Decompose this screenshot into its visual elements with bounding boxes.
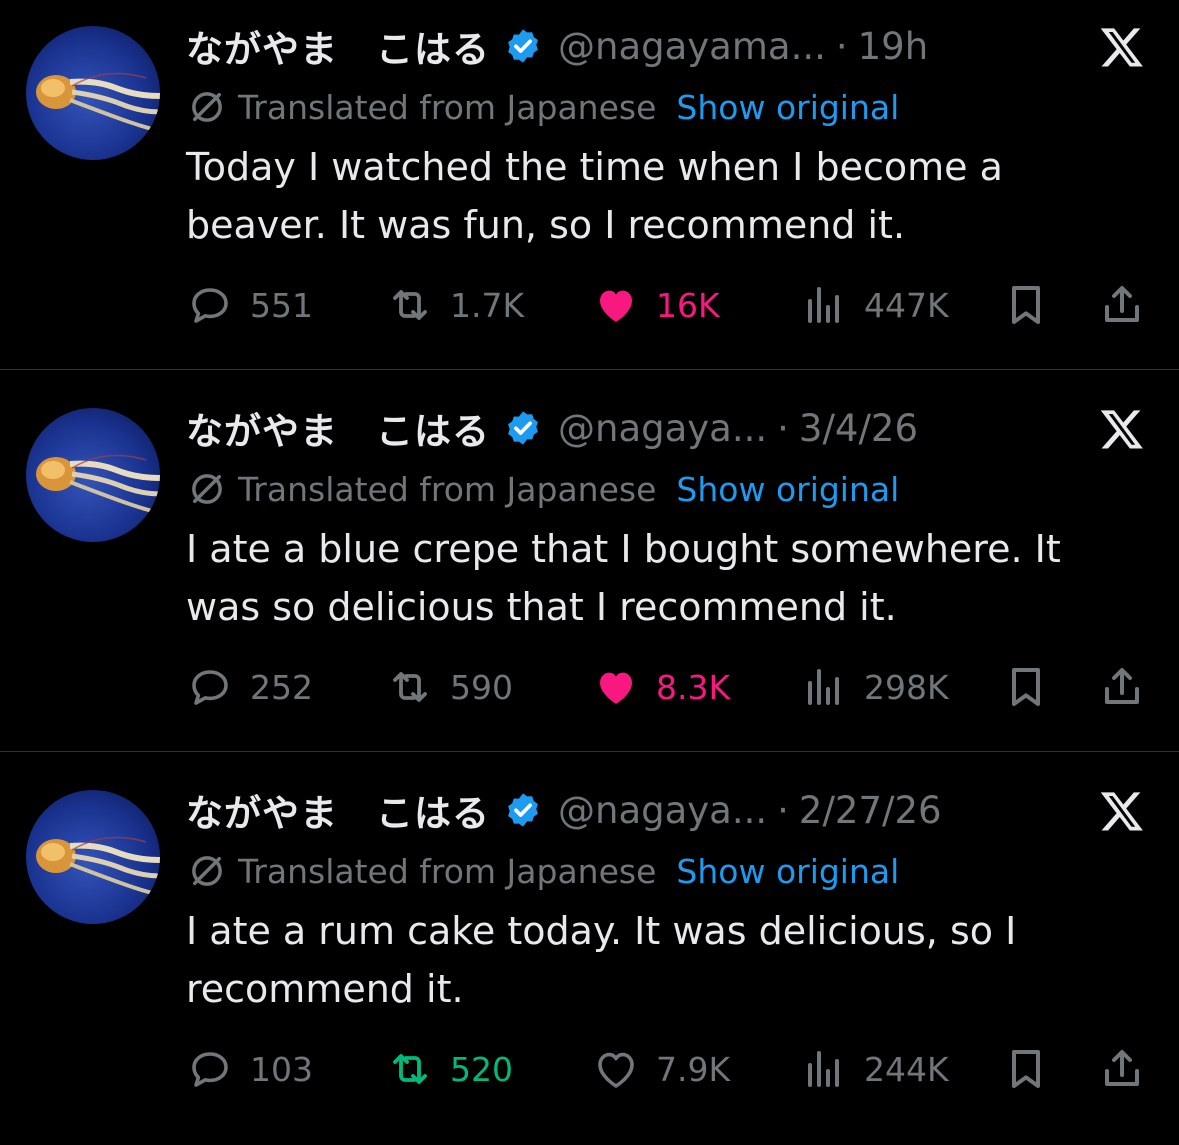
avatar[interactable]: [26, 408, 160, 542]
retweet-button[interactable]: 590: [386, 660, 513, 714]
views-button[interactable]: 447K: [800, 278, 949, 332]
heart-icon: [600, 672, 632, 704]
handle[interactable]: @nagaya...: [558, 407, 767, 450]
share-icon: [1105, 668, 1139, 704]
tweet-text: I ate a blue crepe that I bought somewhe…: [186, 527, 1061, 629]
handle[interactable]: @nagayama...: [558, 25, 826, 68]
share-icon: [1105, 1050, 1139, 1086]
action-bar: 551 1.7K 16K 447K: [186, 278, 1146, 332]
retweet-button[interactable]: 520: [386, 1042, 513, 1096]
show-original-link[interactable]: Show original: [676, 852, 899, 891]
reply-count: 103: [250, 1049, 313, 1089]
reply-count: 551: [250, 285, 313, 325]
jellyfish-image: [36, 72, 160, 132]
like-button[interactable]: 8.3K: [592, 660, 730, 714]
like-count: 7.9K: [656, 1049, 731, 1089]
share-button[interactable]: [1098, 1042, 1146, 1096]
tweet-text: Today I watched the time when I become a…: [186, 145, 1003, 247]
reply-icon: [192, 288, 228, 323]
separator-dot: ·: [777, 406, 789, 450]
views-count: 298K: [864, 667, 949, 707]
action-bar: 103 520 7.9K 244K: [186, 1042, 1146, 1096]
jellyfish-image: [36, 836, 160, 896]
tweet[interactable]: ながやま こはる @nagayama... · 19h Translated f…: [0, 0, 1179, 381]
show-original-link[interactable]: Show original: [676, 88, 899, 127]
divider: [0, 751, 1179, 752]
share-button[interactable]: [1098, 278, 1146, 332]
translate-icon: [192, 92, 222, 122]
views-chart-icon: [808, 287, 839, 323]
avatar[interactable]: [26, 790, 160, 924]
share-button[interactable]: [1098, 660, 1146, 714]
reply-icon: [192, 1052, 228, 1087]
jellyfish-image: [36, 454, 160, 514]
separator-dot: ·: [835, 24, 848, 68]
action-bar: 252 590 8.3K 298K: [186, 660, 1146, 714]
retweet-count: 520: [450, 1049, 513, 1089]
translation-bar: Translated from Japanese Show original: [186, 848, 899, 894]
translate-icon: [192, 474, 222, 504]
x-logo-icon: [1100, 28, 1143, 67]
translation-bar: Translated from Japanese Show original: [186, 84, 899, 130]
retweet-button[interactable]: 1.7K: [386, 278, 524, 332]
share-icon: [1105, 286, 1139, 322]
separator-dot: ·: [777, 788, 789, 832]
verified-badge-icon: [508, 793, 538, 827]
views-button[interactable]: 244K: [800, 1042, 949, 1096]
like-count: 8.3K: [656, 667, 731, 707]
x-logo-icon: [1100, 410, 1143, 449]
avatar[interactable]: [26, 26, 160, 160]
tweet[interactable]: ながやま こはる @nagaya... · 2/27/26 Translated…: [0, 764, 1179, 1145]
translate-icon: [192, 856, 222, 886]
views-button[interactable]: 298K: [800, 660, 949, 714]
like-button[interactable]: 7.9K: [592, 1042, 730, 1096]
display-name[interactable]: ながやま こはる: [186, 783, 490, 837]
retweet-icon: [393, 1054, 427, 1084]
timestamp[interactable]: 3/4/26: [799, 407, 918, 450]
x-logo-icon: [1100, 792, 1143, 831]
timestamp[interactable]: 2/27/26: [799, 789, 942, 832]
retweet-icon: [393, 672, 427, 702]
handle[interactable]: @nagaya...: [558, 789, 767, 832]
translated-label: Translated from Japanese: [238, 87, 657, 127]
views-chart-icon: [808, 669, 839, 705]
tweet-text: I ate a rum cake today. It was delicious…: [186, 909, 1017, 1011]
reply-count: 252: [250, 667, 313, 707]
bookmark-icon: [1012, 668, 1040, 706]
reply-button[interactable]: 252: [186, 660, 313, 714]
reply-button[interactable]: 103: [186, 1042, 313, 1096]
bookmark-button[interactable]: [1002, 660, 1050, 714]
bookmark-icon: [1012, 1050, 1040, 1088]
views-count: 244K: [864, 1049, 949, 1089]
timestamp[interactable]: 19h: [858, 25, 929, 68]
bookmark-button[interactable]: [1002, 1042, 1050, 1096]
translation-bar: Translated from Japanese Show original: [186, 466, 899, 512]
retweet-count: 1.7K: [450, 285, 525, 325]
display-name[interactable]: ながやま こはる: [186, 19, 490, 73]
tweet-header: ながやま こはる @nagayama... · 19h: [186, 18, 928, 74]
views-chart-icon: [808, 1051, 839, 1087]
like-button[interactable]: 16K: [592, 278, 720, 332]
display-name[interactable]: ながやま こはる: [186, 401, 490, 455]
bookmark-icon: [1012, 286, 1040, 324]
divider: [0, 369, 1179, 370]
like-count: 16K: [656, 285, 720, 325]
translated-label: Translated from Japanese: [238, 469, 657, 509]
tweet-header: ながやま こはる @nagaya... · 3/4/26: [186, 400, 918, 456]
retweet-count: 590: [450, 667, 513, 707]
reply-icon: [192, 670, 228, 705]
verified-badge-icon: [508, 29, 538, 63]
retweet-icon: [393, 290, 427, 320]
bookmark-button[interactable]: [1002, 278, 1050, 332]
views-count: 447K: [864, 285, 949, 325]
heart-icon: [598, 1052, 634, 1088]
show-original-link[interactable]: Show original: [676, 470, 899, 509]
verified-badge-icon: [508, 411, 538, 445]
reply-button[interactable]: 551: [186, 278, 313, 332]
heart-icon: [600, 290, 632, 322]
tweet[interactable]: ながやま こはる @nagaya... · 3/4/26 Translated …: [0, 382, 1179, 763]
translated-label: Translated from Japanese: [238, 851, 657, 891]
tweet-header: ながやま こはる @nagaya... · 2/27/26: [186, 782, 942, 838]
